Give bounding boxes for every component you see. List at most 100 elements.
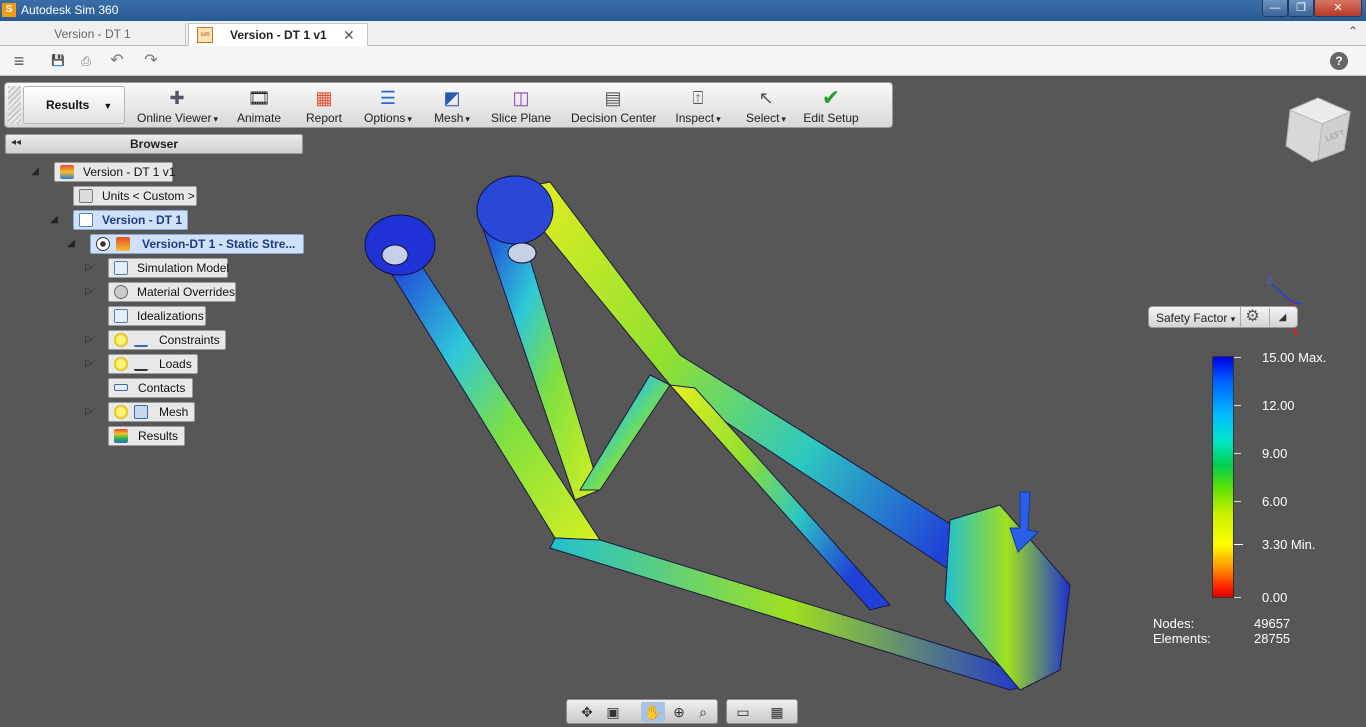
ribbon-grip[interactable] bbox=[8, 86, 21, 124]
display-settings-icon[interactable]: ▭ bbox=[731, 702, 755, 722]
edit-setup-button[interactable]: ✔ Edit Setup bbox=[803, 85, 859, 127]
window-title: Autodesk Sim 360 bbox=[21, 3, 119, 17]
legend-min-marker bbox=[1234, 544, 1243, 545]
close-window-button[interactable]: ✕ bbox=[1314, 0, 1362, 17]
browser-title: Browser bbox=[129, 137, 179, 151]
online-viewer-button[interactable]: ✚ Online Viewer bbox=[137, 85, 217, 127]
collapse-ribbon-icon[interactable]: ⌃ bbox=[1348, 24, 1358, 38]
fea-result-model[interactable] bbox=[350, 160, 1090, 705]
tree-node-simulation-model[interactable]: Simulation Model bbox=[108, 258, 229, 278]
viewcube[interactable]: LEFT bbox=[1282, 94, 1354, 166]
report-icon: ▦ bbox=[315, 88, 333, 108]
minimize-button[interactable]: — bbox=[1262, 0, 1288, 17]
display-settings-group: ▭ ▦ bbox=[726, 699, 798, 724]
redo-icon[interactable]: ↷ bbox=[136, 51, 166, 71]
edit-setup-icon: ✔ bbox=[821, 85, 841, 110]
workspace-mode-label: Results bbox=[46, 98, 90, 112]
tree-expand-icon[interactable]: ◢ bbox=[29, 166, 41, 177]
tree-node-units[interactable]: Units < Custom > bbox=[73, 186, 197, 206]
application-menu-icon[interactable]: ≡ bbox=[8, 51, 30, 71]
elements-count: 28755 bbox=[1254, 631, 1291, 646]
tree-node-results[interactable]: Results bbox=[108, 426, 185, 446]
legend-label: 9.00 bbox=[1262, 446, 1288, 461]
legend-tick bbox=[1234, 453, 1241, 454]
tree-node-version-dt1-v1[interactable]: Version - DT 1 v1 bbox=[54, 162, 175, 182]
quick-access-toolbar: ≡ 💾 ⎙ ↶ ↷ ? bbox=[0, 46, 1366, 76]
model-icon bbox=[79, 213, 93, 227]
save-as-icon[interactable]: ⎙ bbox=[76, 51, 96, 71]
visibility-bulb-icon[interactable] bbox=[114, 405, 128, 419]
bracket-inner-strut bbox=[579, 374, 671, 491]
nodes-count: 49657 bbox=[1254, 616, 1291, 631]
workspace-mode-dropdown[interactable]: Results ▼ bbox=[23, 86, 125, 124]
save-icon[interactable]: 💾 bbox=[48, 51, 68, 71]
options-button[interactable]: ☰ Options bbox=[363, 85, 413, 127]
tree-node-constraints[interactable]: Constraints bbox=[108, 330, 226, 350]
constraints-icon bbox=[134, 333, 148, 347]
tree-expand-icon[interactable]: ◢ bbox=[48, 214, 60, 225]
pan-icon[interactable]: ✋ bbox=[641, 702, 665, 722]
active-study-radio-icon[interactable] bbox=[96, 237, 110, 251]
chevron-down-icon: ▾ bbox=[1230, 314, 1236, 324]
gear-icon[interactable]: ⚙ bbox=[1240, 306, 1264, 328]
tree-node-mesh[interactable]: Mesh bbox=[108, 402, 195, 422]
decision-center-button[interactable]: ▤ Decision Center bbox=[571, 85, 656, 127]
collapse-legend-icon[interactable]: ◢ bbox=[1269, 308, 1295, 327]
restore-button[interactable]: ❐ bbox=[1288, 0, 1314, 17]
legend-color-bar bbox=[1212, 356, 1234, 598]
right-hinge-hole bbox=[507, 242, 537, 264]
legend-tick bbox=[1234, 405, 1241, 406]
tree-expand-icon[interactable]: ▷ bbox=[83, 406, 95, 417]
static-stress-icon bbox=[116, 237, 130, 251]
tree-node-material-overrides[interactable]: Material Overrides bbox=[108, 282, 236, 302]
tree-expand-icon[interactable]: ▷ bbox=[83, 262, 95, 273]
tree-node-contacts[interactable]: Contacts bbox=[108, 378, 193, 398]
animate-button[interactable]: 🎞 Animate bbox=[235, 85, 283, 127]
tree-expand-icon[interactable]: ◢ bbox=[65, 238, 77, 249]
loads-icon bbox=[134, 357, 148, 371]
zoom-window-icon[interactable]: ⌕ bbox=[691, 702, 715, 722]
look-at-icon[interactable]: ▣ bbox=[601, 702, 625, 722]
legend-label: 0.00 bbox=[1262, 590, 1288, 605]
contacts-icon bbox=[114, 384, 128, 391]
tree-expand-icon[interactable]: ▷ bbox=[83, 286, 95, 297]
navigation-bar: ✥ ▣ ✋ ⊕ ⌕ ▭ ▦ bbox=[566, 699, 798, 725]
result-type-selector[interactable]: Safety Factor ▾ ⚙ ◢ bbox=[1148, 306, 1298, 328]
orbit-icon[interactable]: ✥ bbox=[575, 702, 599, 722]
animate-icon: 🎞 bbox=[247, 88, 271, 108]
close-tab-icon[interactable]: ✕ bbox=[343, 24, 355, 46]
navigation-tools-group: ✥ ▣ ✋ ⊕ ⌕ bbox=[566, 699, 718, 724]
units-icon bbox=[79, 189, 93, 203]
slice-plane-icon: ◫ bbox=[512, 88, 530, 108]
mesh-button[interactable]: ◩ Mesh bbox=[431, 85, 473, 127]
design-study-icon bbox=[60, 165, 74, 179]
tree-expand-icon[interactable]: ▷ bbox=[83, 334, 95, 345]
result-type-label[interactable]: Safety Factor ▾ bbox=[1156, 311, 1235, 325]
tree-node-loads[interactable]: Loads bbox=[108, 354, 198, 374]
help-icon[interactable]: ? bbox=[1330, 52, 1348, 70]
undo-icon[interactable]: ↶ bbox=[102, 51, 132, 71]
zoom-icon[interactable]: ⊕ bbox=[667, 702, 691, 722]
inspect-button[interactable]: ⍐ Inspect bbox=[673, 85, 723, 127]
visibility-bulb-icon[interactable] bbox=[114, 357, 128, 371]
legend-label-min: 3.30 Min. bbox=[1262, 537, 1316, 552]
visibility-bulb-icon[interactable] bbox=[114, 333, 128, 347]
report-button[interactable]: ▦ Report bbox=[303, 85, 345, 127]
select-button[interactable]: ↖ Select bbox=[743, 85, 789, 127]
tab-version-dt1-v1[interactable]: sim Version - DT 1 v1 ✕ bbox=[188, 23, 368, 46]
legend-tick bbox=[1234, 501, 1241, 502]
tree-expand-icon[interactable]: ▷ bbox=[83, 358, 95, 369]
legend-label-max: 15.00 Max. bbox=[1262, 350, 1327, 365]
grid-settings-icon[interactable]: ▦ bbox=[765, 702, 789, 722]
legend-label: 6.00 bbox=[1262, 494, 1288, 509]
tab-version-dt1[interactable]: Version - DT 1 bbox=[0, 23, 186, 46]
online-viewer-icon: ✚ bbox=[169, 88, 185, 108]
tree-node-version-dt1[interactable]: Version - DT 1 bbox=[73, 210, 188, 230]
tree-node-static-stress[interactable]: Version-DT 1 - Static Stre... bbox=[90, 234, 304, 254]
tree-node-idealizations[interactable]: Idealizations bbox=[108, 306, 206, 326]
slice-plane-button[interactable]: ◫ Slice Plane bbox=[491, 85, 551, 127]
left-hinge-boss bbox=[364, 214, 436, 276]
sim-file-icon: sim bbox=[197, 27, 213, 43]
browser-panel-header: ◂◂ Browser bbox=[5, 134, 303, 154]
chevron-down-icon: ▼ bbox=[103, 101, 113, 111]
